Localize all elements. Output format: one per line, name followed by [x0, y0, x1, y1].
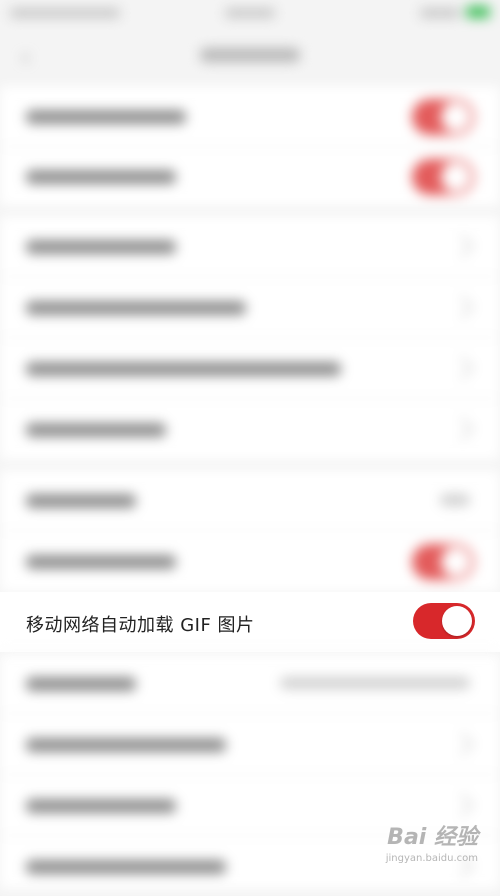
- toggle-switch[interactable]: [412, 159, 474, 195]
- row-label: [26, 555, 176, 569]
- row-label: [26, 423, 166, 437]
- settings-row[interactable]: [0, 338, 500, 398]
- settings-row[interactable]: [0, 146, 500, 206]
- settings-group-1: [0, 86, 500, 206]
- signal-indicator: [420, 8, 460, 18]
- settings-row[interactable]: [0, 653, 500, 713]
- nav-bar: ‹: [0, 30, 500, 80]
- row-value: [440, 494, 470, 506]
- clock: [225, 8, 275, 18]
- row-value: [280, 677, 470, 689]
- settings-row[interactable]: [0, 277, 500, 337]
- settings-row[interactable]: [0, 399, 500, 459]
- battery-icon: [466, 6, 490, 18]
- settings-row[interactable]: [0, 531, 500, 591]
- gif-autoload-toggle[interactable]: [413, 603, 475, 639]
- chevron-right-icon: [450, 793, 474, 817]
- row-label: [26, 240, 176, 254]
- watermark-logo: Bai 经验: [387, 825, 478, 850]
- chevron-left-icon: ‹: [22, 44, 30, 69]
- chevron-right-icon: [450, 417, 474, 441]
- status-bar: [0, 0, 500, 30]
- toggle-knob: [442, 606, 472, 636]
- settings-row[interactable]: [0, 216, 500, 276]
- settings-group-3: [0, 470, 500, 592]
- settings-row[interactable]: [0, 470, 500, 530]
- watermark: Bai 经验 jingyan.baidu.com: [358, 819, 478, 869]
- chevron-right-icon: [450, 732, 474, 756]
- settings-row[interactable]: [0, 86, 500, 146]
- settings-group-2: [0, 216, 500, 460]
- row-label: [26, 170, 176, 184]
- row-label: [26, 677, 136, 691]
- chevron-right-icon: [450, 295, 474, 319]
- row-label: [26, 799, 176, 813]
- toggle-switch[interactable]: [412, 99, 474, 135]
- chevron-right-icon: [450, 356, 474, 380]
- row-label: [26, 860, 226, 874]
- page-title: [200, 48, 300, 62]
- watermark-url: jingyan.baidu.com: [385, 853, 478, 864]
- row-label: [26, 301, 246, 315]
- settings-row-gif-autoload[interactable]: 移动网络自动加载 GIF 图片: [0, 592, 500, 652]
- back-button[interactable]: ‹: [22, 44, 42, 69]
- carrier-text: [10, 8, 120, 18]
- settings-row[interactable]: [0, 714, 500, 774]
- row-label: [26, 362, 341, 376]
- chevron-right-icon: [450, 234, 474, 258]
- row-label: 移动网络自动加载 GIF 图片: [26, 615, 255, 636]
- row-label: [26, 110, 186, 124]
- row-label: [26, 494, 136, 508]
- toggle-switch[interactable]: [412, 544, 474, 580]
- row-label: [26, 738, 226, 752]
